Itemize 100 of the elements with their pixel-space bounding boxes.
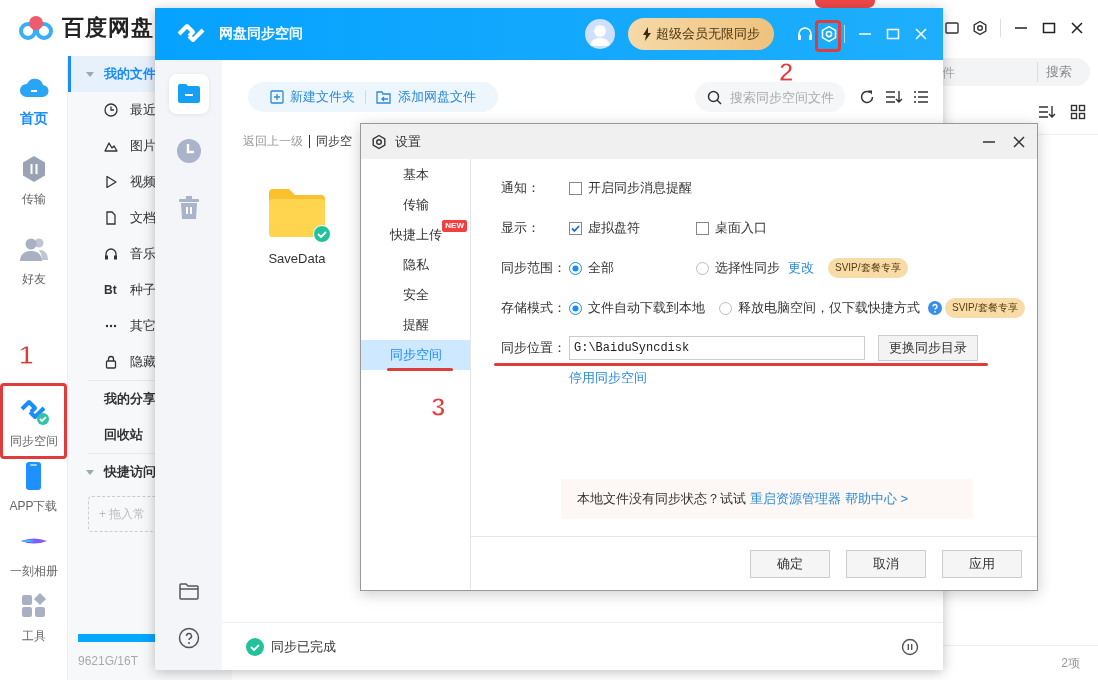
option-label: 虚拟盘符 — [588, 219, 640, 237]
app-logo-text: 百度网盘 — [62, 14, 154, 42]
option-label: 释放电脑空间，仅下载快捷方式 — [738, 299, 920, 317]
search-field[interactable]: 搜索同步空间文件 — [695, 82, 845, 112]
headphones-icon — [104, 247, 118, 261]
radio-button[interactable] — [569, 301, 582, 315]
option-label: 文件自动下载到本地 — [588, 299, 705, 317]
option-label: 全部 — [588, 259, 614, 277]
tree-item[interactable]: 其它 — [68, 308, 156, 344]
field-label: 同步范围： — [501, 259, 567, 277]
tree-item[interactable]: 音乐 — [68, 236, 156, 272]
storage-text: 9621G/16T — [78, 654, 140, 668]
dialog-title: 设置 — [395, 132, 421, 151]
radio-button[interactable] — [719, 301, 732, 315]
path-field[interactable]: G:\BaiduSyncdisk — [569, 336, 865, 360]
close-icon[interactable] — [1069, 20, 1085, 36]
sync-status: 同步已完成 — [271, 637, 336, 656]
bt-icon: Bt — [104, 283, 118, 297]
clock-icon — [175, 138, 202, 164]
add-icon — [270, 90, 284, 104]
folder-arrow-icon — [376, 90, 392, 104]
file-name: SaveData — [268, 251, 326, 266]
avatar[interactable] — [585, 19, 615, 49]
settings-tab[interactable]: 安全 — [361, 280, 470, 310]
help-icon[interactable] — [928, 301, 942, 315]
sort-icon[interactable] — [1038, 104, 1056, 120]
change-folder-button[interactable]: 更换同步目录 — [878, 335, 978, 361]
step-number: 1 — [19, 341, 34, 369]
option-label: 选择性同步 — [715, 259, 780, 277]
svip-badge: SVIP/套餐专享 — [945, 298, 1025, 318]
field-label: 显示： — [501, 219, 541, 237]
maximize-icon[interactable] — [1041, 20, 1057, 36]
refresh-icon[interactable] — [859, 89, 875, 105]
vip-button[interactable]: 超级会员无限同步 — [628, 18, 774, 50]
tree-item[interactable]: 最近 — [68, 92, 156, 128]
nav-item[interactable]: 工具 — [14, 585, 53, 650]
caret-icon — [86, 70, 94, 78]
tree-item[interactable]: 回收站 — [68, 417, 156, 453]
tree-item[interactable]: 图片 — [68, 128, 156, 164]
document-icon — [104, 211, 118, 225]
nav-item[interactable]: 好友 — [0, 220, 67, 300]
lock-icon — [104, 355, 118, 369]
window-title: 网盘同步空间 — [219, 25, 303, 43]
field-label: 存储模式： — [501, 299, 567, 317]
add-files-button[interactable]: 添加网盘文件 — [376, 88, 476, 106]
help-center-link[interactable]: 帮助中心 > — [845, 490, 909, 508]
restart-explorer-link[interactable]: 重启资源管理器 — [750, 490, 841, 508]
tree-item[interactable]: 快捷访问 — [68, 454, 156, 490]
lightning-icon — [642, 27, 652, 41]
folder-icon[interactable] — [267, 187, 327, 239]
pause-icon[interactable] — [901, 637, 919, 656]
highlight-underline — [387, 368, 453, 371]
caret-icon — [86, 468, 94, 476]
folder-icon[interactable] — [177, 581, 200, 601]
tip-text: 本地文件没有同步状态？试试 — [577, 490, 746, 508]
dialog-button[interactable]: 取消 — [846, 549, 926, 578]
nav-item[interactable]: 一刻相册 — [6, 520, 61, 585]
radio-button[interactable] — [569, 261, 582, 275]
window-icon[interactable] — [944, 20, 960, 36]
settings-tab[interactable]: 快捷上传 NEW — [361, 220, 470, 250]
check-badge-icon — [313, 225, 331, 243]
tree-item[interactable]: Bt 种子 — [68, 272, 156, 308]
settings-icon — [371, 133, 387, 150]
checkbox[interactable] — [569, 181, 582, 195]
option-label: 开启同步消息提醒 — [588, 179, 692, 197]
tree-item[interactable]: 我的分享 — [68, 381, 156, 417]
nav-item[interactable]: 传输 — [0, 140, 67, 220]
search-input[interactable]: 件 — [942, 64, 1022, 80]
list-icon[interactable] — [913, 89, 929, 105]
checkbox[interactable] — [696, 221, 709, 235]
tree-item[interactable]: 视频 — [68, 164, 156, 200]
checkbox[interactable] — [569, 221, 582, 235]
check-circle-icon — [246, 637, 264, 656]
dialog-button[interactable]: 应用 — [942, 549, 1022, 578]
settings-tab[interactable]: 传输 — [361, 190, 470, 220]
change-link[interactable]: 更改 — [788, 259, 814, 277]
sort-icon[interactable] — [885, 89, 903, 105]
item-count: 2项 — [1061, 654, 1080, 672]
nav-item[interactable]: 同步空间 — [6, 390, 61, 455]
tree-item[interactable]: 文档 — [68, 200, 156, 236]
help-icon[interactable] — [177, 627, 200, 649]
grid-icon[interactable] — [1070, 104, 1086, 120]
field-label: 同步位置： — [501, 339, 567, 357]
field-label: 通知： — [501, 179, 541, 197]
search-icon — [707, 89, 722, 105]
headset-icon[interactable] — [796, 25, 814, 43]
new-folder-button[interactable]: 新建文件夹 — [270, 88, 355, 106]
search-input[interactable]: 搜索同步空间文件 — [730, 89, 840, 105]
dialog-button[interactable]: 确定 — [750, 549, 830, 578]
radio-button[interactable] — [696, 261, 709, 275]
nav-tab[interactable] — [168, 74, 209, 114]
settings-icon[interactable] — [972, 20, 988, 36]
close-icon[interactable] — [1011, 133, 1027, 150]
breadcrumb-current: 同步空 — [316, 133, 352, 150]
tree-item[interactable]: 隐藏 — [68, 344, 156, 380]
disable-link[interactable]: 停用同步空间 — [569, 369, 647, 387]
nav-item[interactable]: APP下载 — [6, 455, 61, 520]
settings-tab[interactable]: 基本 — [361, 160, 470, 190]
settings-tab[interactable]: 提醒 — [361, 310, 470, 340]
settings-tab[interactable]: 隐私 — [361, 250, 470, 280]
